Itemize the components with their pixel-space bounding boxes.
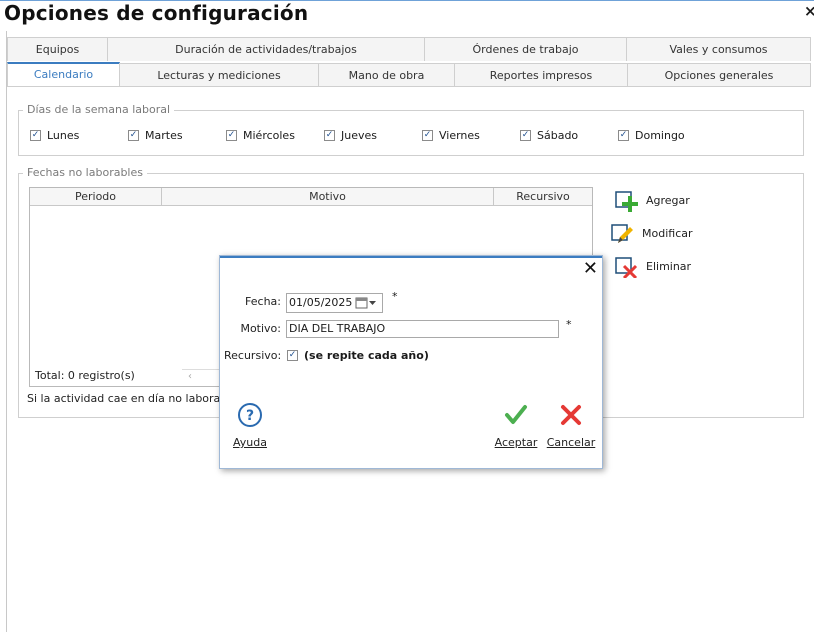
horizontal-scrollbar[interactable]: ‹	[182, 369, 222, 383]
day-lunes[interactable]: ✓ Lunes	[30, 129, 79, 142]
total-records: Total: 0 registro(s)	[35, 369, 135, 382]
tab-calendario[interactable]: Calendario	[7, 62, 120, 87]
help-icon: ?	[230, 402, 270, 431]
tab-vales[interactable]: Vales y consumos	[626, 37, 811, 61]
tab-opciones-generales[interactable]: Opciones generales	[627, 63, 811, 87]
reason-required-mark: *	[566, 318, 572, 331]
column-periodo[interactable]: Periodo	[30, 188, 162, 206]
cancel-x-icon	[546, 402, 596, 431]
column-recursivo[interactable]: Recursivo	[494, 188, 592, 206]
add-button[interactable]: Agregar	[614, 188, 690, 212]
window-title: Opciones de configuración	[4, 1, 309, 25]
tab-reportes[interactable]: Reportes impresos	[454, 63, 628, 87]
checkbox-icon: ✓	[128, 130, 139, 141]
day-domingo[interactable]: ✓ Domingo	[618, 129, 685, 142]
day-miercoles[interactable]: ✓ Miércoles	[226, 129, 295, 142]
workweek-group: Días de la semana laboral ✓ Lunes ✓ Martes…	[18, 103, 804, 156]
date-label: Fecha:	[245, 295, 281, 308]
calendar-dropdown-icon[interactable]	[355, 294, 377, 312]
tab-equipos[interactable]: Equipos	[7, 37, 108, 61]
config-window: Opciones de configuración × Equipos Dura…	[0, 0, 814, 632]
holiday-dialog: ✕ Fecha: 01/05/2025 * Motivo: DIA DEL TR…	[219, 255, 603, 469]
recurring-checkbox[interactable]: ✓ (se repite cada año)	[287, 349, 429, 362]
edit-icon	[610, 221, 634, 245]
checkbox-icon: ✓	[226, 130, 237, 141]
delete-button[interactable]: Eliminar	[614, 254, 691, 280]
reason-label: Motivo:	[240, 322, 281, 335]
workweek-title: Días de la semana laboral	[23, 103, 175, 116]
holidays-title: Fechas no laborables	[23, 166, 147, 179]
checkbox-icon: ✓	[287, 350, 298, 361]
checkbox-icon: ✓	[30, 130, 41, 141]
checkbox-icon: ✓	[422, 130, 433, 141]
edit-button[interactable]: Modificar	[610, 221, 693, 245]
recurring-label: Recursivo:	[224, 349, 282, 362]
column-motivo[interactable]: Motivo	[162, 188, 494, 206]
cancel-button[interactable]: Cancelar	[546, 402, 596, 449]
tab-ordenes[interactable]: Órdenes de trabajo	[424, 37, 627, 61]
window-left-border	[6, 31, 7, 632]
day-sabado[interactable]: ✓ Sábado	[520, 129, 578, 142]
dialog-close-icon[interactable]: ✕	[583, 258, 598, 279]
tab-divider	[7, 86, 811, 87]
checkbox-icon: ✓	[618, 130, 629, 141]
window-close-icon[interactable]: ×	[804, 2, 814, 20]
tab-duracion[interactable]: Duración de actividades/trabajos	[107, 37, 425, 61]
holiday-note: Si la actividad cae en día no laborable …	[27, 392, 251, 405]
dialog-accent-bar	[220, 256, 602, 258]
accept-button[interactable]: Aceptar	[494, 402, 538, 449]
help-button[interactable]: ? Ayuda	[230, 402, 270, 449]
svg-text:?: ?	[246, 408, 254, 424]
date-field[interactable]: 01/05/2025	[286, 293, 383, 313]
delete-icon	[614, 254, 638, 280]
day-viernes[interactable]: ✓ Viernes	[422, 129, 480, 142]
date-required-mark: *	[392, 290, 398, 303]
checkmark-icon	[494, 402, 538, 431]
day-jueves[interactable]: ✓ Jueves	[324, 129, 377, 142]
day-martes[interactable]: ✓ Martes	[128, 129, 183, 142]
tab-lecturas[interactable]: Lecturas y mediciones	[119, 63, 319, 87]
checkbox-icon: ✓	[324, 130, 335, 141]
add-icon	[614, 188, 638, 212]
tab-mano-obra[interactable]: Mano de obra	[318, 63, 455, 87]
reason-field[interactable]: DIA DEL TRABAJO	[286, 320, 559, 338]
checkbox-icon: ✓	[520, 130, 531, 141]
